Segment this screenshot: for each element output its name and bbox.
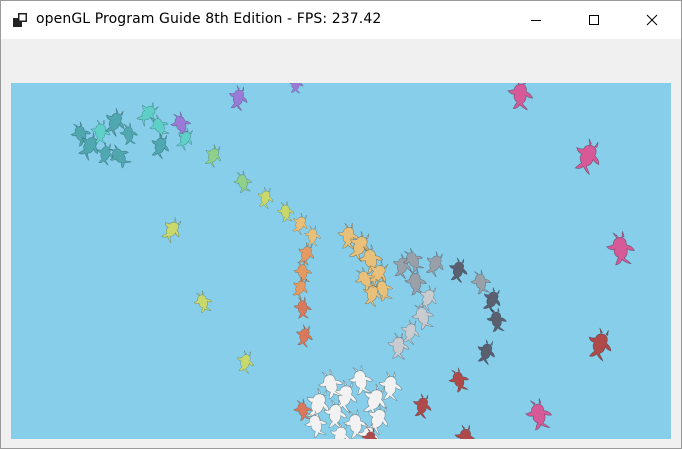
- armadillo-model-icon: [231, 168, 255, 196]
- armadillo-model-icon: [201, 142, 226, 170]
- window-title: openGL Program Guide 8th Edition - FPS: …: [36, 11, 382, 27]
- rendered-scene: [67, 83, 638, 439]
- armadillo-model-icon: [473, 337, 500, 367]
- armadillo-model-icon: [522, 395, 556, 434]
- armadillo-model-icon: [484, 306, 509, 335]
- armadillo-model-icon: [288, 210, 312, 237]
- app-window: openGL Program Guide 8th Edition - FPS: …: [0, 0, 682, 449]
- window-app-icon: [13, 13, 27, 27]
- armadillo-model-icon: [603, 228, 638, 269]
- armadillo-model-icon: [387, 332, 410, 360]
- opengl-viewport[interactable]: [11, 83, 671, 439]
- minimize-button[interactable]: [507, 1, 565, 39]
- armadillo-model-icon: [507, 83, 534, 111]
- armadillo-model-icon: [292, 295, 313, 320]
- maximize-icon: [589, 15, 599, 25]
- armadillo-model-icon: [583, 325, 617, 364]
- armadillo-model-icon: [287, 83, 304, 94]
- armadillo-model-icon: [234, 349, 257, 375]
- close-button[interactable]: [623, 1, 681, 39]
- close-icon: [646, 14, 658, 26]
- armadillo-model-icon: [454, 424, 477, 439]
- title-bar[interactable]: openGL Program Guide 8th Edition - FPS: …: [1, 1, 681, 39]
- armadillo-model-icon: [568, 135, 607, 178]
- armadillo-model-icon: [421, 248, 449, 279]
- armadillo-model-icon: [255, 185, 276, 210]
- armadillo-model-icon: [446, 255, 471, 284]
- armadillo-model-icon: [157, 213, 187, 246]
- armadillo-model-icon: [275, 200, 296, 224]
- armadillo-model-icon: [226, 83, 251, 112]
- minimize-icon: [531, 20, 541, 21]
- armadillo-model-icon: [190, 288, 216, 316]
- armadillo-model-icon: [410, 391, 435, 420]
- armadillo-model-icon: [467, 267, 494, 297]
- maximize-button[interactable]: [565, 1, 623, 39]
- armadillo-model-icon: [445, 365, 473, 396]
- armadillo-model-icon: [293, 323, 316, 349]
- armadillo-model-icon: [288, 274, 312, 301]
